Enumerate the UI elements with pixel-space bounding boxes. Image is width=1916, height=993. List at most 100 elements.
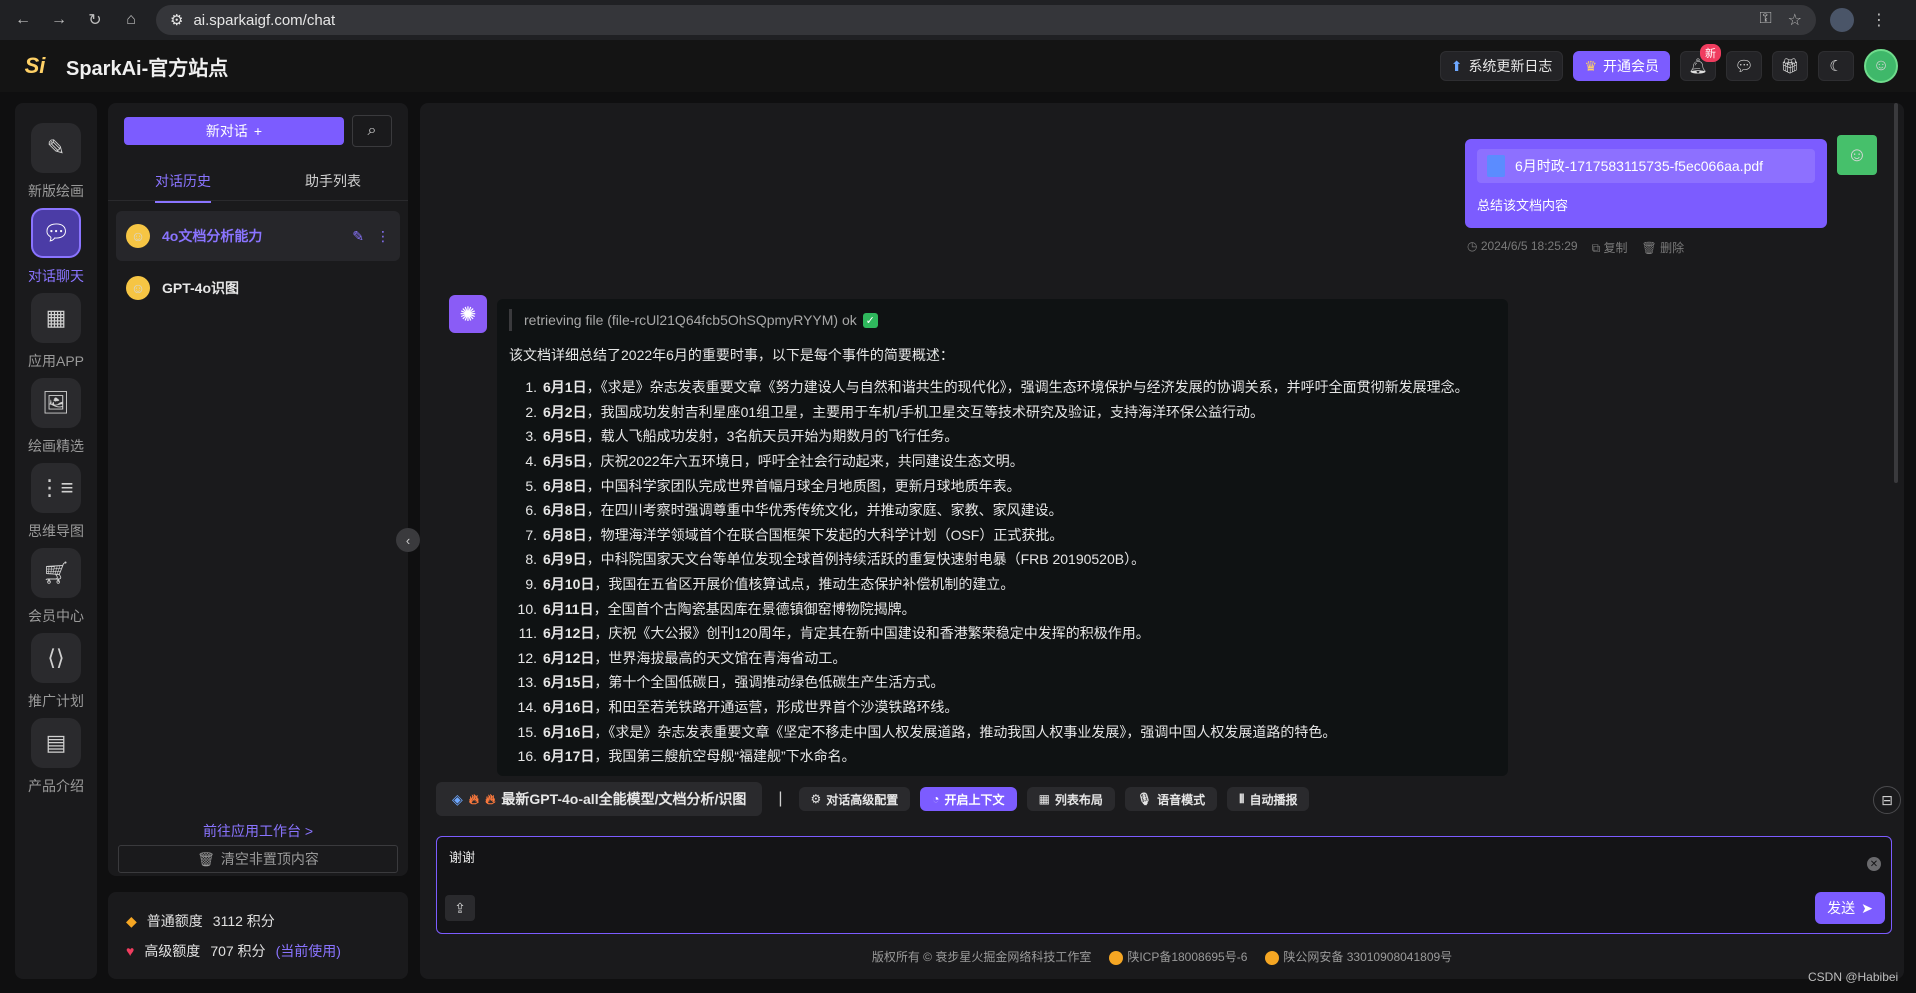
search-button[interactable]: ⌕	[352, 115, 392, 147]
user-message-avatar: ☺	[1837, 135, 1877, 175]
police-link[interactable]: 陕公网安备 33010908041809号	[1265, 948, 1452, 965]
message-input[interactable]: 谢谢 ✕ ⇪ 发送 ➤	[436, 836, 1892, 934]
advanced-config-button[interactable]: ⚙ 对话高级配置	[798, 787, 911, 811]
event-text: ，中科院国家天文台等单位发现全球首例持续活跃的重复快速射电暴（FRB 20190…	[586, 551, 1146, 568]
send-button[interactable]: 发送 ➤	[1815, 892, 1885, 924]
gift-button[interactable]: 🎁︎	[1772, 51, 1808, 81]
rail-item-drawing[interactable]: ✎ 新版绘画	[15, 123, 97, 201]
clear-button[interactable]: 🗑︎ 清空非置顶内容	[118, 845, 398, 873]
copy-button[interactable]: ⧉ 复制	[1592, 239, 1628, 256]
rail-item-member[interactable]: 🛒︎ 会员中心	[15, 548, 97, 626]
list-item: 16. 6月17日 ，我国第三艘航空母舰“福建舰”下水命名。	[509, 744, 1496, 769]
home-icon[interactable]: ⌂	[120, 9, 142, 31]
paper-plane-icon: ➤	[1861, 899, 1873, 916]
delete-button[interactable]: 🗑︎ 删除	[1642, 239, 1685, 256]
conversation-item[interactable]: ☺ 4o文档分析能力 ✎ ⋮	[116, 211, 400, 261]
browser-menu-icon[interactable]: ⋮	[1868, 9, 1890, 31]
search-icon: ⌕	[367, 122, 377, 139]
upload-circle-icon: ⬆	[1450, 57, 1463, 74]
list-item: 12. 6月12日 ，世界海拔最高的天文馆在青海省动工。	[509, 646, 1496, 671]
list-layout-button[interactable]: ▦ 列表布局	[1026, 787, 1115, 811]
tab-history[interactable]: 对话历史	[108, 161, 258, 200]
rail-item-chat[interactable]: 💬︎ 对话聊天	[15, 208, 97, 286]
tab-assistants[interactable]: 助手列表	[258, 161, 408, 200]
hug-emoji-icon: ☺	[126, 224, 150, 248]
rail-item-gallery[interactable]: 🖼︎ 绘画精选	[15, 378, 97, 456]
normal-credit: ◆ 普通额度 3112 积分	[126, 912, 275, 930]
list-item: 5. 6月8日 ，中国科学家团队完成世界首幅月球全月地质图，更新月球地质年表。	[509, 473, 1496, 498]
conversation-item[interactable]: ☺ GPT-4o识图	[116, 263, 400, 313]
edit-icon[interactable]: ✎	[352, 228, 364, 245]
event-date: 6月8日	[543, 477, 587, 494]
clear-input-icon[interactable]: ✕	[1867, 857, 1881, 871]
event-date: 6月5日	[543, 453, 587, 470]
star-icon[interactable]: ☆	[1788, 10, 1802, 30]
upload-button[interactable]: ⇪	[445, 895, 475, 921]
rail-item-mindmap[interactable]: ⋮≡ 思维导图	[15, 463, 97, 541]
trash-icon: 🗑︎	[197, 850, 215, 867]
event-text: ，在四川考察时强调尊重中华优秀传统文化，并推动家庭、家教、家风建设。	[586, 502, 1063, 519]
event-number: 10.	[517, 600, 537, 617]
heart-icon: ♥	[126, 943, 135, 959]
browser-profile-avatar[interactable]	[1830, 8, 1854, 32]
event-number: 16.	[517, 748, 537, 765]
chat-scrollbar[interactable]	[1894, 103, 1898, 483]
spark-logo[interactable]: Si	[18, 51, 52, 81]
context-toggle-button[interactable]: ◔ 开启上下文	[920, 787, 1017, 811]
site-info-icon[interactable]: ⚙	[170, 11, 183, 29]
grid-apps-icon: ▦	[31, 293, 81, 343]
address-bar[interactable]: ⚙ ai.sparkaigf.com/chat ⚿ ☆	[156, 5, 1816, 35]
notification-button[interactable]: 🔔︎ 新	[1680, 44, 1721, 81]
key-icon[interactable]: ⚿	[1759, 10, 1771, 30]
attached-file[interactable]: 6月时政-1717583115735-f5ec066aa.pdf	[1477, 149, 1815, 183]
event-text: ，第十个全国低碳日，强调推动绿色低碳生产生活方式。	[594, 674, 945, 691]
gift-icon: 🎁︎	[1780, 58, 1800, 75]
collapse-sidebar-button[interactable]: ‹	[396, 528, 420, 552]
chat-toolbar: ◈ 🔥︎ 🔥︎ 最新GPT-4o-all全能模型/文档分析/识图 | ⚙ 对话高级…	[436, 782, 1310, 816]
vip-button[interactable]: ♛ 开通会员	[1573, 51, 1670, 81]
theme-toggle-button[interactable]: ☾	[1818, 51, 1854, 81]
message-input-text[interactable]: 谢谢	[449, 847, 475, 866]
event-date: 6月17日	[543, 748, 595, 765]
toolbox-button[interactable]: ⊟	[1873, 786, 1901, 814]
list-item: 2. 6月2日 ，我国成功发射吉利星座01组卫星，主要用于车机/手机卫星交互等技术研…	[509, 400, 1496, 425]
wechat-button[interactable]: 💬︎	[1726, 51, 1762, 81]
list-item: 9. 6月10日 ，我国在五省区开展价值核算试点，推动生态保护补偿机制的建立。	[509, 572, 1496, 597]
rail-item-product[interactable]: ▤ 产品介绍	[15, 718, 97, 796]
update-log-button[interactable]: ⬆ 系统更新日志	[1439, 51, 1564, 81]
list-item: 15. 6月16日 ，《求是》杂志发表重要文章《坚定不移走中国人权发展道路，推动我国…	[509, 719, 1496, 744]
mindmap-icon: ⋮≡	[31, 463, 81, 513]
icp-link[interactable]: 陕ICP备18008695号-6	[1109, 948, 1247, 965]
workbench-link[interactable]: 前往应用工作台 >	[108, 821, 408, 841]
cart-icon: 🛒︎	[31, 548, 81, 598]
event-date: 6月11日	[543, 600, 594, 617]
plus-icon: +	[253, 123, 263, 139]
forward-icon[interactable]: →	[48, 9, 70, 31]
new-chat-button[interactable]: 新对话 +	[124, 117, 344, 145]
reload-icon[interactable]: ↻	[84, 9, 106, 31]
moon-icon: ☾	[1829, 58, 1843, 75]
fire-icon: 🔥︎	[468, 790, 480, 807]
user-avatar[interactable]: ☺	[1864, 49, 1898, 83]
current-use-link[interactable]: (当前使用)	[276, 941, 341, 961]
event-number: 12.	[517, 649, 537, 666]
model-select-button[interactable]: ◈ 🔥︎ 🔥︎ 最新GPT-4o-all全能模型/文档分析/识图	[436, 782, 763, 816]
auto-play-button[interactable]: ⦀ 自动播报	[1227, 787, 1310, 811]
bot-intro-text: 该文档详细总结了2022年6月的重要时事，以下是每个事件的简要概述：	[509, 347, 954, 363]
event-text: ，《求是》杂志发表重要文章《坚定不移走中国人权发展道路，推动我国人权事业发展》，…	[594, 723, 1337, 740]
event-text: ，和田至若羌铁路开通运营，形成世界首个沙漠铁路环线。	[594, 699, 959, 716]
rail-item-promotion[interactable]: ⟨⟩ 推广计划	[15, 633, 97, 711]
event-date: 6月5日	[543, 428, 587, 445]
more-icon[interactable]: ⋮	[376, 228, 390, 245]
user-message-text: 总结该文档内容	[1477, 198, 1569, 213]
app-header: Si SparkAi-官方站点 ⬆ 系统更新日志 ♛ 开通会员 🔔︎ 新 💬︎ …	[0, 40, 1916, 92]
event-number: 8.	[525, 551, 537, 568]
chat-icon: ◔	[932, 792, 940, 806]
wechat-icon: 💬︎	[1734, 58, 1754, 75]
back-icon[interactable]: ←	[12, 9, 34, 31]
voice-mode-button[interactable]: 🎙︎ 语音模式	[1124, 787, 1218, 811]
rail-item-apps[interactable]: ▦ 应用APP	[15, 293, 97, 371]
event-text: ，全国首个古陶瓷基因库在景德镇御窑博物院揭牌。	[593, 600, 916, 617]
pen-brush-icon: ✎	[31, 123, 81, 173]
event-date: 6月8日	[543, 526, 587, 543]
